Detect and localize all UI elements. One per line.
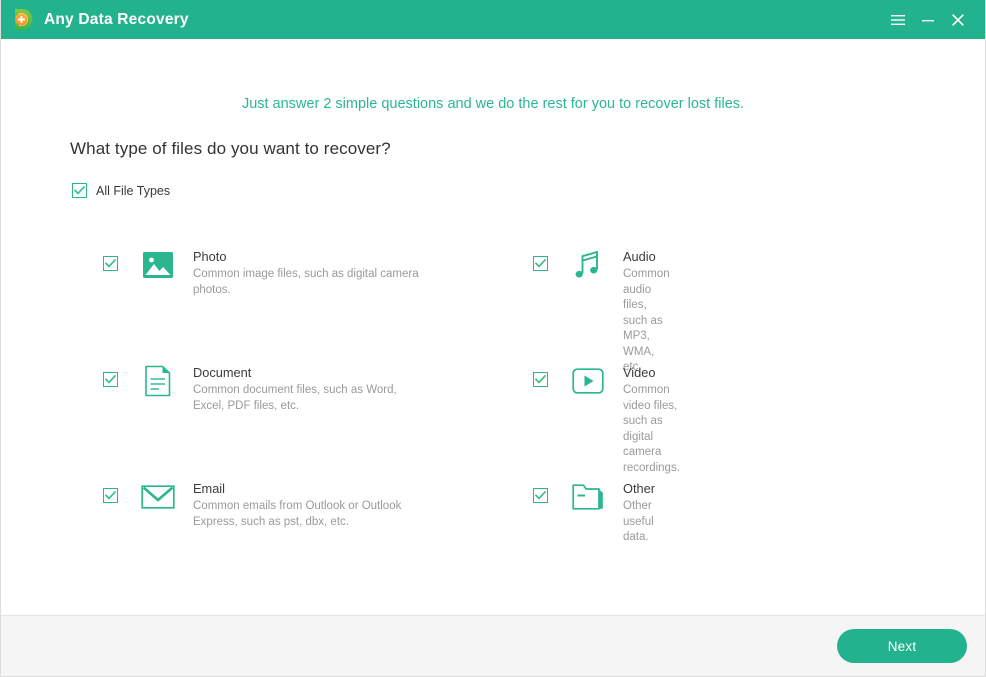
folder-icon — [571, 480, 605, 514]
next-button[interactable]: Next — [837, 629, 967, 663]
audio-note-icon — [571, 248, 605, 282]
file-type-item-audio[interactable]: Audio Common audio files, such as MP3, W… — [1, 239, 670, 373]
other-checkbox[interactable] — [533, 488, 548, 503]
tagline-text: Just answer 2 simple questions and we do… — [241, 96, 745, 112]
video-text-block: Video Common video files, such as digita… — [623, 364, 680, 476]
all-file-types-label: All File Types — [96, 183, 171, 198]
audio-title: Audio — [623, 249, 656, 264]
all-file-types-row[interactable]: All File Types — [72, 183, 170, 198]
file-types-grid: Photo Common image files, such as digita… — [1, 239, 985, 587]
file-type-row: Document Common document files, such as … — [1, 355, 985, 474]
other-text-block: Other Other useful data. — [623, 480, 655, 546]
close-button[interactable] — [943, 0, 973, 39]
audio-checkbox[interactable] — [533, 256, 548, 271]
app-title: Any Data Recovery — [44, 10, 189, 28]
letter-d-plus-logo-icon — [12, 8, 35, 31]
video-title: Video — [623, 365, 656, 380]
application-window: Any Data Recovery Just answer 2 simple q… — [0, 0, 986, 677]
audio-text-block: Audio Common audio files, such as MP3, W… — [623, 248, 670, 376]
page-title: What type of files do you want to recove… — [70, 139, 391, 158]
file-type-row: Photo Common image files, such as digita… — [1, 239, 985, 373]
other-description: Other useful data. — [623, 500, 654, 543]
video-play-icon — [571, 364, 605, 398]
file-type-item-video[interactable]: Video Common video files, such as digita… — [1, 355, 680, 474]
video-checkbox[interactable] — [533, 372, 548, 387]
title-bar: Any Data Recovery — [1, 0, 985, 39]
main-content: Just answer 2 simple questions and we do… — [1, 39, 985, 615]
file-type-row: Email Common emails from Outlook or Outl… — [1, 471, 985, 587]
video-description: Common video files, such as digital came… — [623, 384, 680, 474]
window-controls — [883, 0, 985, 39]
minimize-button[interactable] — [913, 0, 943, 39]
app-brand: Any Data Recovery — [12, 8, 189, 31]
audio-description: Common audio files, such as MP3, WMA, et… — [623, 268, 670, 373]
menu-button[interactable] — [883, 0, 913, 39]
file-type-item-other[interactable]: Other Other useful data. — [1, 471, 655, 587]
footer-bar: Next — [1, 615, 985, 676]
other-title: Other — [623, 481, 656, 496]
all-file-types-checkbox[interactable] — [72, 183, 87, 198]
